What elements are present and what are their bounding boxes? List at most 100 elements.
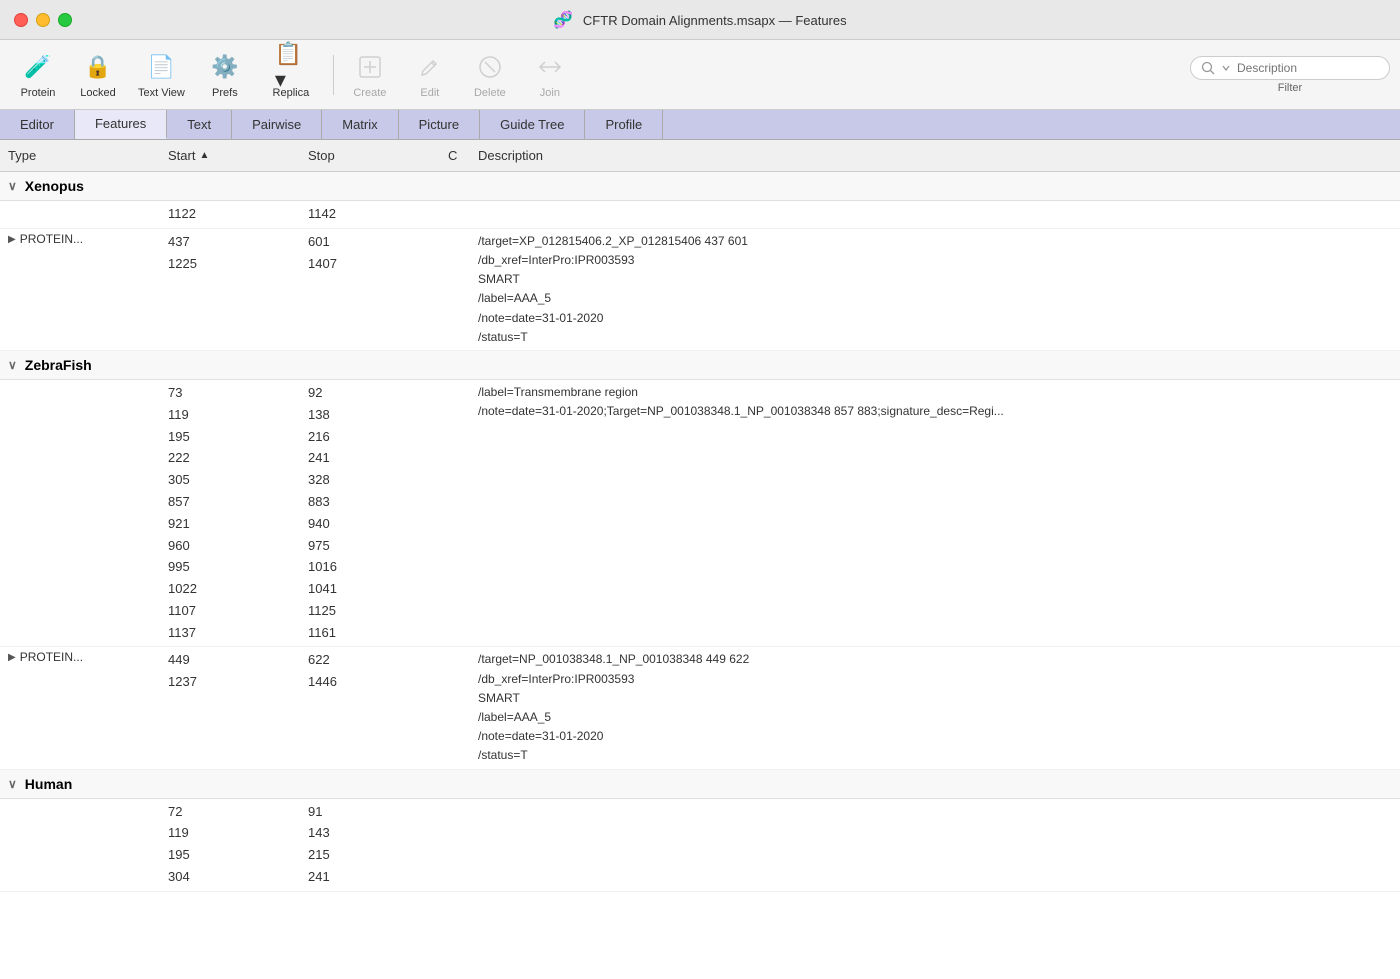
col-description: Description <box>478 148 1392 163</box>
maximize-button[interactable] <box>58 13 72 27</box>
create-label: Create <box>353 87 386 99</box>
tab-pairwise[interactable]: Pairwise <box>232 110 322 139</box>
tab-picture[interactable]: Picture <box>399 110 480 139</box>
type-cell <box>8 382 168 384</box>
close-button[interactable] <box>14 13 28 27</box>
col-start[interactable]: Start ▲ <box>168 148 308 163</box>
search-area[interactable] <box>1190 56 1390 80</box>
delete-label: Delete <box>474 87 506 99</box>
type-label: PROTEIN... <box>20 650 83 664</box>
prefs-button[interactable]: ⚙️ Prefs <box>197 47 253 103</box>
edit-label: Edit <box>420 87 439 99</box>
tab-bar: Editor Features Text Pairwise Matrix Pic… <box>0 110 1400 140</box>
desc-cell <box>478 801 1392 803</box>
create-icon <box>354 51 386 83</box>
window-title: 🧬 CFTR Domain Alignments.msapx — Feature… <box>553 10 846 30</box>
minimize-button[interactable] <box>36 13 50 27</box>
locked-icon: 🔒 <box>82 51 114 83</box>
search-icon <box>1201 61 1215 75</box>
type-cell <box>8 203 168 205</box>
group-human[interactable]: ∨ Human <box>0 770 1400 799</box>
group-toggle-human[interactable]: ∨ <box>8 777 17 791</box>
tab-guide-tree[interactable]: Guide Tree <box>480 110 585 139</box>
edit-button[interactable]: Edit <box>402 47 458 103</box>
tab-profile[interactable]: Profile <box>585 110 663 139</box>
group-zebrafish[interactable]: ∨ ZebraFish <box>0 351 1400 380</box>
col-type: Type <box>8 148 168 163</box>
tab-features[interactable]: Features <box>75 110 167 139</box>
start-cell: 72 119 195 304 <box>168 801 308 889</box>
replica-label: Replica <box>273 87 310 99</box>
join-label: Join <box>540 87 560 99</box>
c-cell <box>448 203 478 205</box>
search-input[interactable] <box>1237 61 1377 75</box>
stop-cell: 622 1446 <box>308 649 448 694</box>
desc-cell: /target=XP_012815406.2_XP_012815406 437 … <box>478 231 1392 348</box>
edit-icon <box>414 51 446 83</box>
start-cell: 73 119 195 222 305 857 921 960 995 1022 … <box>168 382 308 645</box>
protein-label: Protein <box>21 87 56 99</box>
type-cell: ▶ PROTEIN... <box>8 649 168 665</box>
desc-cell <box>478 203 1392 205</box>
type-label: PROTEIN... <box>20 232 83 246</box>
col-stop: Stop <box>308 148 448 163</box>
table-row: 1122 1142 <box>0 201 1400 229</box>
stop-cell: 92 138 216 241 328 883 940 975 1016 1041… <box>308 382 448 645</box>
prefs-label: Prefs <box>212 87 238 99</box>
window-controls <box>14 13 72 27</box>
group-toggle-zebrafish[interactable]: ∨ <box>8 358 17 372</box>
group-toggle-xenopus[interactable]: ∨ <box>8 179 17 193</box>
title-bar: 🧬 CFTR Domain Alignments.msapx — Feature… <box>0 0 1400 40</box>
table-header: Type Start ▲ Stop C Description <box>0 140 1400 172</box>
join-icon <box>534 51 566 83</box>
create-button[interactable]: Create <box>342 47 398 103</box>
table-row: ▶ PROTEIN... 449 1237 622 1446 /target=N… <box>0 647 1400 769</box>
text-view-icon: 📄 <box>145 51 177 83</box>
locked-button[interactable]: 🔒 Locked <box>70 47 126 103</box>
join-button[interactable]: Join <box>522 47 578 103</box>
expand-button[interactable]: ▶ <box>8 650 16 663</box>
c-cell <box>448 801 478 803</box>
group-xenopus-label: Xenopus <box>25 178 84 194</box>
toolbar-separator-1 <box>333 55 334 95</box>
type-cell: ▶ PROTEIN... <box>8 231 168 247</box>
filter-label: Filter <box>1278 82 1302 94</box>
title-icon: 🧬 <box>553 12 573 29</box>
table-row: 72 119 195 304 91 143 215 241 <box>0 799 1400 892</box>
expand-button[interactable]: ▶ <box>8 232 16 245</box>
table-row: ▶ PROTEIN... 437 1225 601 1407 /target=X… <box>0 229 1400 351</box>
c-cell <box>448 649 478 651</box>
group-zebrafish-label: ZebraFish <box>25 357 92 373</box>
search-container: Filter <box>1190 56 1390 94</box>
sort-arrow-up: ▲ <box>199 150 209 161</box>
tab-text[interactable]: Text <box>167 110 232 139</box>
group-human-label: Human <box>25 776 72 792</box>
delete-button[interactable]: Delete <box>462 47 518 103</box>
start-cell: 449 1237 <box>168 649 308 694</box>
locked-label: Locked <box>80 87 115 99</box>
toolbar: 🧪 Protein 🔒 Locked 📄 Text View ⚙️ Prefs … <box>0 40 1400 110</box>
chevron-down-icon <box>1221 63 1231 73</box>
desc-cell: /target=NP_001038348.1_NP_001038348 449 … <box>478 649 1392 766</box>
main-content[interactable]: ∨ Xenopus 1122 1142 ▶ PROTEIN... 437 122… <box>0 172 1400 979</box>
stop-cell: 91 143 215 241 <box>308 801 448 889</box>
start-cell: 437 1225 <box>168 231 308 276</box>
protein-button[interactable]: 🧪 Protein <box>10 47 66 103</box>
text-view-button[interactable]: 📄 Text View <box>130 47 193 103</box>
protein-icon: 🧪 <box>22 51 54 83</box>
stop-cell: 1142 <box>308 203 448 226</box>
table-row: 73 119 195 222 305 857 921 960 995 1022 … <box>0 380 1400 648</box>
delete-icon <box>474 51 506 83</box>
c-cell <box>448 382 478 384</box>
stop-cell: 601 1407 <box>308 231 448 276</box>
replica-icon: 📋 ▾ <box>275 51 307 83</box>
c-cell <box>448 231 478 233</box>
start-cell: 1122 <box>168 203 308 226</box>
group-xenopus[interactable]: ∨ Xenopus <box>0 172 1400 201</box>
col-c: C <box>448 148 478 163</box>
tab-editor[interactable]: Editor <box>0 110 75 139</box>
tab-matrix[interactable]: Matrix <box>322 110 398 139</box>
replica-button[interactable]: 📋 ▾ Replica <box>257 47 325 103</box>
prefs-icon: ⚙️ <box>209 51 241 83</box>
text-view-label: Text View <box>138 87 185 99</box>
